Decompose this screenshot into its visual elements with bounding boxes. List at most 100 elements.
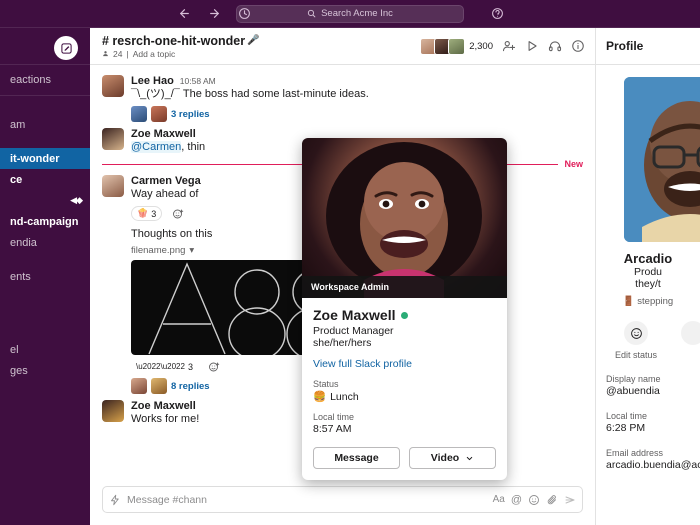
- compose-icon[interactable]: [54, 36, 78, 60]
- slack-window: Search Acme Inc eactions am it-wonder ce: [0, 0, 700, 525]
- back-icon[interactable]: [176, 5, 193, 22]
- sidebar-item-2[interactable]: am: [0, 114, 90, 135]
- channel-title[interactable]: # resrch-one-hit-wonder 🎤: [102, 34, 412, 48]
- edit-status-label: Edit status: [614, 350, 658, 360]
- add-reaction-icon[interactable]: [202, 359, 225, 374]
- status-value-row: 🍔 Lunch: [313, 390, 496, 404]
- field-label: Display name: [606, 374, 661, 384]
- clock-icon[interactable]: [236, 5, 253, 22]
- hovercard-name-row: Zoe Maxwell: [313, 307, 496, 323]
- headphones-icon[interactable]: [548, 39, 562, 53]
- person-icon: [102, 50, 109, 57]
- attachment-filename-label: filename.png: [131, 245, 186, 256]
- field-label: Local time: [606, 411, 648, 421]
- member-facepile[interactable]: 2,300: [420, 37, 493, 55]
- thread-replies-link[interactable]: 8 replies: [171, 381, 210, 392]
- avatar: [151, 378, 167, 394]
- sidebar-item-4[interactable]: ce: [0, 169, 90, 190]
- message-author[interactable]: Lee Hao: [131, 75, 174, 87]
- composer-wrapper: Message #chann Aa @: [90, 480, 595, 525]
- sidebar-item-12[interactable]: ges: [0, 360, 90, 381]
- emoji-face-icon[interactable]: [624, 321, 648, 345]
- field-value: @abuendia: [606, 385, 660, 397]
- avatar: [448, 37, 466, 55]
- add-person-icon[interactable]: [502, 39, 516, 53]
- message-button[interactable]: Message: [313, 447, 400, 469]
- mention-icon[interactable]: @: [511, 494, 522, 506]
- search-input[interactable]: Search Acme Inc: [236, 4, 464, 23]
- avatar[interactable]: [102, 400, 124, 422]
- avatar[interactable]: [102, 75, 124, 97]
- thread-replies-link[interactable]: 3 replies: [171, 109, 210, 120]
- user-hover-card[interactable]: Workspace Admin Zoe Maxwell Product Mana…: [302, 138, 507, 480]
- top-nav-controls: [176, 5, 253, 22]
- question-circle-icon[interactable]: [491, 7, 504, 20]
- lightning-icon[interactable]: [109, 494, 121, 506]
- profile-actions: Edit status: [596, 321, 700, 360]
- thread-summary[interactable]: 3 replies: [131, 106, 583, 122]
- reaction-emoji: 🍿: [137, 208, 149, 218]
- message-input[interactable]: Message #chann: [127, 494, 487, 506]
- hovercard-body: Zoe Maxwell Product Manager she/her/hers…: [302, 298, 507, 480]
- top-bar: Search Acme Inc: [0, 0, 700, 28]
- more-icon[interactable]: [681, 321, 700, 345]
- user-mention[interactable]: @Carmen: [131, 141, 182, 153]
- video-button[interactable]: Video: [409, 447, 496, 469]
- format-text-icon[interactable]: Aa: [493, 494, 505, 505]
- chevron-down-icon[interactable]: ▾: [189, 245, 194, 256]
- reaction-count: 3: [151, 208, 157, 219]
- message-author[interactable]: Zoe Maxwell: [131, 400, 196, 412]
- sidebar-item-0[interactable]: eactions: [0, 69, 90, 90]
- avatar[interactable]: [102, 128, 124, 150]
- send-icon[interactable]: [564, 494, 576, 506]
- emoji-icon[interactable]: [528, 494, 540, 506]
- search-icon: [307, 9, 316, 18]
- profile-body: Arcadio Produ they/t 🚪 stepping Edit sta…: [596, 65, 700, 471]
- paperclip-icon[interactable]: [546, 494, 558, 506]
- message-composer[interactable]: Message #chann Aa @: [102, 486, 583, 513]
- edit-status-action[interactable]: Edit status: [615, 321, 657, 360]
- field-label: Email address: [606, 448, 664, 458]
- profile-photo[interactable]: [624, 77, 700, 242]
- presence-dot-icon: [401, 311, 409, 319]
- profile-pronouns: they/t: [635, 278, 661, 290]
- message-author[interactable]: Zoe Maxwell: [131, 128, 196, 140]
- sidebar-item-5[interactable]: ◀◆: [0, 190, 90, 211]
- forward-icon[interactable]: [206, 5, 223, 22]
- sidebar-item-active-channel[interactable]: it-wonder: [0, 148, 90, 169]
- more-action[interactable]: [681, 321, 700, 360]
- reaction-pill[interactable]: \u2022\u2022 3: [131, 359, 198, 374]
- new-label: New: [564, 159, 583, 169]
- sidebar-item-11[interactable]: el: [0, 339, 90, 360]
- message-author[interactable]: Carmen Vega: [131, 175, 201, 187]
- workspace-admin-badge: Workspace Admin: [302, 276, 507, 298]
- play-icon[interactable]: [525, 39, 539, 53]
- sidebar-item-9[interactable]: ents: [0, 266, 90, 287]
- chevron-down-icon[interactable]: [465, 454, 474, 463]
- message-text: ¯\_(ツ)_/¯ The boss had some last-minute …: [131, 88, 369, 100]
- sidebar-divider: [0, 95, 90, 96]
- sidebar-item-7[interactable]: endia: [0, 232, 90, 253]
- video-button-label: Video: [430, 452, 460, 464]
- sidebar-item-label: endia: [10, 236, 37, 249]
- add-reaction-icon[interactable]: [167, 206, 190, 221]
- reaction-pill[interactable]: 🍿 3: [131, 206, 163, 221]
- local-time-value: 8:57 AM: [313, 423, 352, 435]
- profile-status[interactable]: 🚪 stepping: [596, 296, 700, 307]
- profile-header: Profile: [596, 28, 700, 65]
- channel-topic[interactable]: Add a topic: [133, 49, 176, 59]
- sidebar-item-6[interactable]: nd-campaign: [0, 211, 90, 232]
- avatar: [131, 106, 147, 122]
- avatar[interactable]: [102, 175, 124, 197]
- field-value[interactable]: arcadio.buendia@acm: [606, 459, 700, 471]
- local-time-label: Local time: [313, 412, 355, 422]
- sidebar-item-label: ce: [10, 173, 23, 186]
- info-icon[interactable]: [571, 39, 585, 53]
- field-value: 6:28 PM: [606, 422, 646, 434]
- view-full-profile-link[interactable]: View full Slack profile: [313, 358, 496, 370]
- profile-field-local-time: Local time 6:28 PM: [596, 411, 700, 434]
- separator: |: [126, 48, 129, 59]
